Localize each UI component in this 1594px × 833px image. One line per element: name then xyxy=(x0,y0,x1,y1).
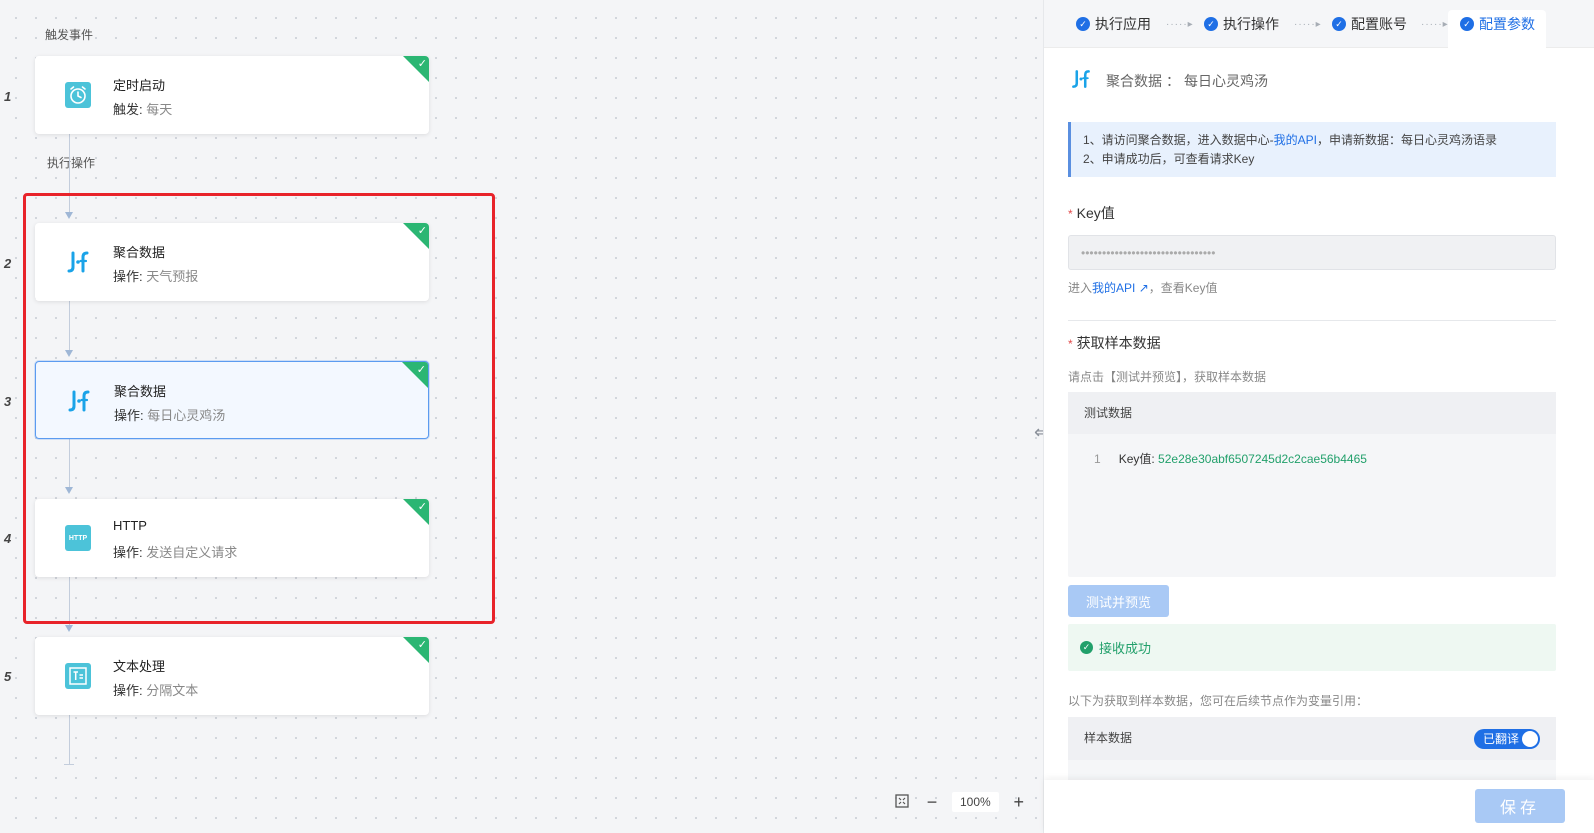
text-process-icon xyxy=(65,663,91,689)
success-message: ✓ 接收成功 xyxy=(1068,624,1556,671)
step-config-params[interactable]: ✓ 配置参数 xyxy=(1460,14,1535,34)
juhe-logo-icon xyxy=(1070,68,1092,93)
sample-hint: 请点击【测试并预览】，获取样本数据 xyxy=(1068,370,1267,384)
step-number: 4 xyxy=(4,531,12,546)
key-hint: 进入我的API ↗，查看Key值 xyxy=(1068,281,1218,295)
action-section-label: 执行操作 xyxy=(47,156,96,170)
node-subtitle: 触发: 每天 xyxy=(113,102,173,117)
workflow-node-timer[interactable]: 定时启动 触发: 每天 ✓ xyxy=(35,56,429,134)
zoom-level: 100% xyxy=(952,792,999,812)
key-input[interactable]: •••••••••••••••••••••••••••••••• xyxy=(1068,235,1556,270)
connector-end xyxy=(64,764,74,765)
workflow-canvas[interactable]: 触发事件 执行操作 1 2 3 4 5 定时启动 触发: 每天 ✓ 聚合数据 操… xyxy=(0,0,1060,833)
my-api-link[interactable]: 我的API ↗ xyxy=(1092,281,1149,295)
step-number: 1 xyxy=(4,89,12,104)
footer-bar: 保存 xyxy=(1044,780,1594,833)
step-select-action[interactable]: ✓ 执行操作 xyxy=(1204,14,1279,34)
workflow-node-text-process[interactable]: 文本处理 操作: 分隔文本 ✓ xyxy=(35,637,429,715)
fit-screen-icon[interactable] xyxy=(892,792,912,813)
check-icon: ✓ xyxy=(417,639,427,651)
external-link-icon: ↗ xyxy=(1138,281,1149,295)
sample-field-label: * 获取样本数据 xyxy=(1068,335,1161,351)
tip-line-1: 1、请访问聚合数据，进入数据中心-我的API，申请新数据：每日心灵鸡汤语录 xyxy=(1083,133,1498,147)
node-subtitle: 操作: 分隔文本 xyxy=(113,683,199,698)
test-data-box: 测试数据 1 Key值: 52e28e30abf6507245d2c2cae56b… xyxy=(1068,392,1556,577)
section-divider xyxy=(1068,320,1556,321)
step-progress-bar: ✓ 执行应用 ·····▸ ✓ 执行操作 ·····▸ ✓ 配置账号 ·····… xyxy=(1044,0,1594,48)
step-separator: ·····▸ xyxy=(1421,19,1449,30)
translate-toggle[interactable]: 已翻译 xyxy=(1474,729,1540,749)
test-preview-button[interactable]: 测试并预览 xyxy=(1068,585,1169,617)
sample-description: 以下为获取到样本数据，您可在后续节点作为变量引用： xyxy=(1068,694,1369,708)
step-separator: ·····▸ xyxy=(1166,19,1194,30)
trigger-section-label: 触发事件 xyxy=(45,28,94,42)
instruction-tip: 1、请访问聚合数据，进入数据中心-我的API，申请新数据：每日心灵鸡汤语录 2、… xyxy=(1068,122,1556,177)
node-title: 定时启动 xyxy=(113,78,166,93)
check-circle-icon: ✓ xyxy=(1204,17,1218,31)
key-field-label: * Key值 xyxy=(1068,205,1115,221)
test-data-row: 1 Key值: 52e28e30abf6507245d2c2cae56b4465 xyxy=(1094,452,1367,466)
node-title: 文本处理 xyxy=(113,659,166,674)
check-icon: ✓ xyxy=(417,58,427,70)
zoom-in-button[interactable]: + xyxy=(1009,792,1029,813)
zoom-controls: − 100% + xyxy=(892,790,1029,814)
clock-icon xyxy=(65,82,91,108)
test-data-header: 测试数据 xyxy=(1068,392,1556,434)
step-config-account[interactable]: ✓ 配置账号 xyxy=(1332,14,1407,34)
step-separator: ·····▸ xyxy=(1294,19,1322,30)
step-select-app[interactable]: ✓ 执行应用 xyxy=(1076,14,1151,34)
config-panel: ✓ 执行应用 ·····▸ ✓ 执行操作 ·····▸ ✓ 配置账号 ·····… xyxy=(1043,0,1594,833)
sample-data-header: 样本数据 已翻译 xyxy=(1068,717,1556,760)
zoom-out-button[interactable]: − xyxy=(922,792,942,813)
step-number: 3 xyxy=(4,394,12,409)
my-api-link[interactable]: 我的API xyxy=(1274,133,1317,147)
step-number: 2 xyxy=(4,256,12,271)
success-check-icon: ✓ xyxy=(1080,641,1093,654)
check-circle-icon: ✓ xyxy=(1076,17,1090,31)
check-circle-icon: ✓ xyxy=(1460,17,1474,31)
save-button[interactable]: 保存 xyxy=(1475,789,1565,823)
check-circle-icon: ✓ xyxy=(1332,17,1346,31)
app-header: 聚合数据：每日心灵鸡汤 xyxy=(1070,68,1268,93)
app-name: 聚合数据：每日心灵鸡汤 xyxy=(1106,72,1268,89)
step-number: 5 xyxy=(4,669,12,684)
tip-line-2: 2、申请成功后，可查看请求Key xyxy=(1083,152,1255,166)
connector-line xyxy=(69,715,70,765)
highlight-annotation-box xyxy=(23,193,495,624)
connector-arrow xyxy=(65,625,73,632)
